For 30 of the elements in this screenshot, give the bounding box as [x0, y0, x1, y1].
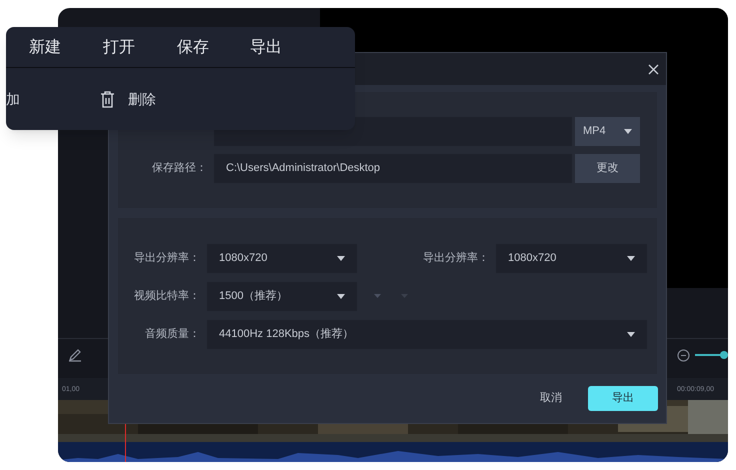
menu-item[interactable]: 导出 [248, 34, 284, 62]
caret-icon [337, 256, 345, 260]
field-label: 导出分辨率： [133, 250, 200, 266]
zoom-slider[interactable] [695, 352, 725, 358]
field-label: 导出分辨率： [422, 250, 489, 266]
caret-icon [624, 129, 632, 134]
dropdown[interactable]: 1080x720 [496, 244, 647, 272]
menu-item[interactable]: 新建 [27, 34, 63, 62]
change-button[interactable]: 更改 [575, 154, 640, 183]
field-label: 保存路径： [151, 161, 207, 176]
dropdown[interactable]: 1080x720 [207, 244, 357, 272]
caret-icon [337, 294, 345, 298]
cancel-button[interactable]: 取消 [534, 386, 568, 411]
trash-icon [100, 90, 115, 108]
export-button[interactable]: 导出 [588, 386, 658, 411]
field-label: 音频质量： [144, 326, 200, 342]
caret-icon [374, 294, 381, 298]
menu-item[interactable]: 保存 [175, 34, 211, 62]
close-icon[interactable] [648, 64, 659, 74]
field-label: 视频比特率： [133, 288, 200, 304]
menu-item[interactable]: 打开 [101, 34, 137, 62]
dropdown[interactable]: 1500（推荐） [207, 282, 357, 310]
format-dropdown[interactable]: MP4 [575, 117, 640, 146]
caret-icon [627, 256, 635, 260]
dropdown[interactable]: 44100Hz 128Kbps（推荐） [207, 320, 647, 348]
pencil-icon[interactable] [68, 348, 82, 362]
delete-button[interactable]: 删除 [100, 87, 156, 111]
add-button[interactable]: 加 [6, 87, 20, 111]
path-field[interactable]: C:\Users\Administrator\Desktop [214, 154, 572, 183]
zoom-out-icon[interactable] [677, 349, 690, 362]
